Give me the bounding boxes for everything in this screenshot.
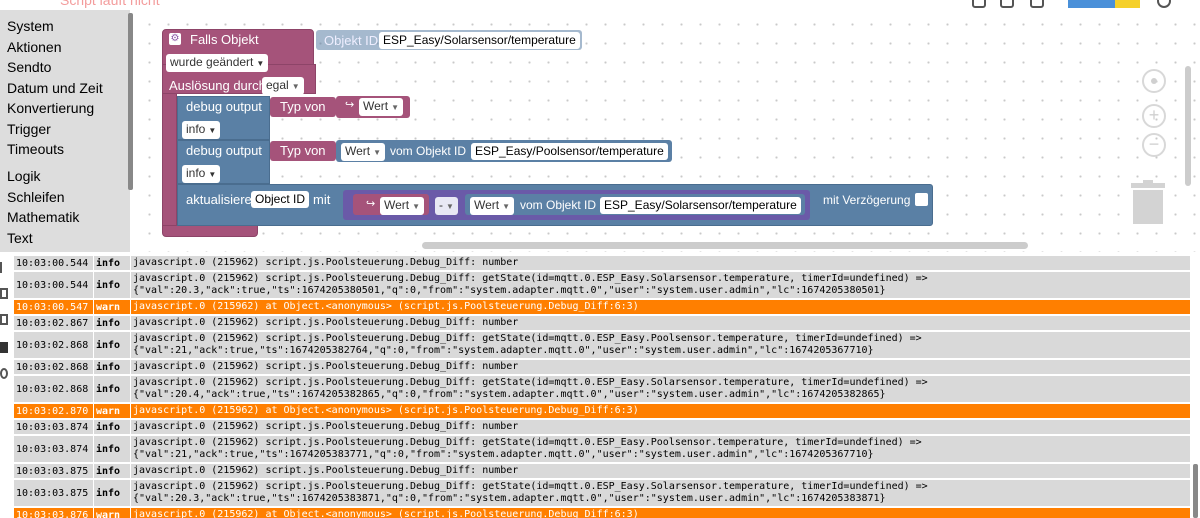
close-icon[interactable] (1157, 0, 1171, 8)
save-indicator (1115, 0, 1140, 8)
update-with-label: mit (313, 192, 331, 207)
get-state-label-2: vom Objekt ID (390, 144, 467, 158)
log-pause-icon[interactable] (0, 314, 8, 325)
object-id-label: Objekt ID (324, 33, 379, 48)
toolbox-category-konvertierung[interactable]: Konvertierung (7, 100, 94, 116)
typeof-label-1: Typ von (280, 99, 326, 114)
trigger-mode-dropdown[interactable]: wurde geändert ▼ (166, 54, 269, 72)
toolbox-category-trigger[interactable]: Trigger (7, 121, 51, 137)
log-row: 10:03:02.868 info javascript.0 (215962) sc… (14, 332, 1190, 360)
log-search-icon[interactable] (0, 368, 8, 379)
log-stop-icon[interactable] (0, 342, 8, 353)
get-state-objid-2[interactable]: ESP_Easy/Poolsensor/temperature (471, 143, 668, 160)
log-row: 10:03:00.544 info javascript.0 (215962) sc… (14, 256, 1190, 272)
update-objid-field[interactable]: Object ID (251, 191, 310, 208)
log-row: 10:03:03.875 info javascript.0 (215962) sc… (14, 480, 1190, 508)
log-row: 10:03:03.875 info javascript.0 (215962) sc… (14, 464, 1190, 480)
math-operator-dropdown[interactable]: - ▼ (435, 197, 458, 215)
get-state-attr-dropdown-2[interactable]: Wert ▼ (341, 143, 386, 161)
variable-arrow-icon-3: ↪ (366, 198, 376, 210)
update-label: aktualisiere (186, 192, 252, 207)
log-row: 10:03:00.544 info javascript.0 (215962) sc… (14, 272, 1190, 300)
log-row: 10:03:00.547 warn javascript.0 (215962) at… (14, 300, 1190, 316)
debug-output-label-2: debug output (186, 143, 262, 158)
toolbox-category-logik[interactable]: Logik (7, 168, 40, 184)
toolbox-category-timeouts[interactable]: Timeouts (7, 141, 64, 157)
log-row: 10:03:02.870 warn javascript.0 (215962) at… (14, 404, 1190, 420)
get-state-objid-3[interactable]: ESP_Easy/Solarsensor/temperature (600, 197, 801, 214)
toolbox-category-text[interactable]: Text (7, 230, 33, 246)
log-row: 10:03:02.868 info javascript.0 (215962) sc… (14, 360, 1190, 376)
log-copy-icon[interactable] (0, 288, 8, 299)
toolbox-category-sendto[interactable]: Sendto (7, 59, 51, 75)
log-row: 10:03:03.874 info javascript.0 (215962) sc… (14, 436, 1190, 464)
top-toolbar: Script läuft nicht (0, 0, 1200, 10)
toolbox-scrollbar[interactable] (128, 13, 133, 190)
script-status-text: Script läuft nicht (60, 0, 160, 8)
trigger-block-spine (162, 93, 177, 227)
trigger-block-footer (162, 225, 258, 237)
zoom-in-icon[interactable]: + (1142, 104, 1166, 128)
trigger-ausloesung-label: Auslösung durch (169, 78, 266, 93)
delay-checkbox[interactable] (915, 193, 928, 206)
variable-dropdown-3[interactable]: Wert ▼ (380, 197, 425, 215)
toolbox-category-datum[interactable]: Datum und Zeit (7, 80, 103, 96)
delay-label: mit Verzögerung (823, 193, 911, 207)
flag-icon[interactable] (1030, 0, 1044, 8)
log-panel: 10:03:00.544 info javascript.0 (215962) sc… (0, 254, 1200, 518)
typeof-label-2: Typ von (280, 143, 326, 158)
trigger-label: Falls Objekt (190, 32, 259, 47)
debug-output-label-1: debug output (186, 99, 262, 114)
log-row: 10:03:03.876 warn javascript.0 (215962) at… (14, 508, 1190, 518)
toolbox-category-schleifen[interactable]: Schleifen (7, 189, 65, 205)
get-state-attr-dropdown-3[interactable]: Wert ▼ (470, 197, 515, 215)
blockly-toolbox: System Aktionen Sendto Datum und Zeit Ko… (0, 10, 130, 252)
log-row: 10:03:03.874 info javascript.0 (215962) sc… (14, 420, 1190, 436)
log-clear-icon[interactable] (0, 262, 8, 273)
get-state-label-3: vom Objekt ID (520, 198, 597, 212)
toolbox-category-system[interactable]: System (7, 18, 54, 34)
debug-level-dropdown-2[interactable]: info ▼ (182, 165, 221, 183)
variable-arrow-icon-1: ↪ (345, 99, 355, 111)
log-toolbar (0, 254, 12, 518)
recenter-icon[interactable] (1142, 69, 1166, 93)
log-row: 10:03:02.868 info javascript.0 (215962) sc… (14, 376, 1190, 404)
script-editor-window: Script läuft nicht System Aktionen Sendt… (0, 0, 1200, 518)
trigger-ausloesung-dropdown[interactable]: egal ▼ (262, 77, 304, 95)
import-icon[interactable] (1000, 0, 1014, 8)
gear-icon[interactable]: ⚙ (169, 33, 181, 45)
log-scrollbar[interactable] (1193, 464, 1198, 518)
variable-dropdown-1[interactable]: Wert ▼ (359, 98, 404, 116)
debug-level-dropdown-1[interactable]: info ▼ (182, 121, 221, 139)
trash-icon[interactable] (1131, 180, 1165, 224)
zoom-out-icon[interactable]: − (1142, 133, 1166, 157)
object-id-field[interactable]: ESP_Easy/Solarsensor/temperature (379, 32, 580, 49)
log-row: 10:03:02.867 info javascript.0 (215962) sc… (14, 316, 1190, 332)
export-icon[interactable] (972, 0, 986, 8)
toolbox-category-aktionen[interactable]: Aktionen (7, 39, 61, 55)
log-table: 10:03:00.544 info javascript.0 (215962) sc… (14, 256, 1190, 518)
workspace-horizontal-scrollbar[interactable] (422, 242, 1028, 249)
workspace-vertical-scrollbar[interactable] (1185, 66, 1191, 186)
toolbox-category-mathematik[interactable]: Mathematik (7, 209, 79, 225)
